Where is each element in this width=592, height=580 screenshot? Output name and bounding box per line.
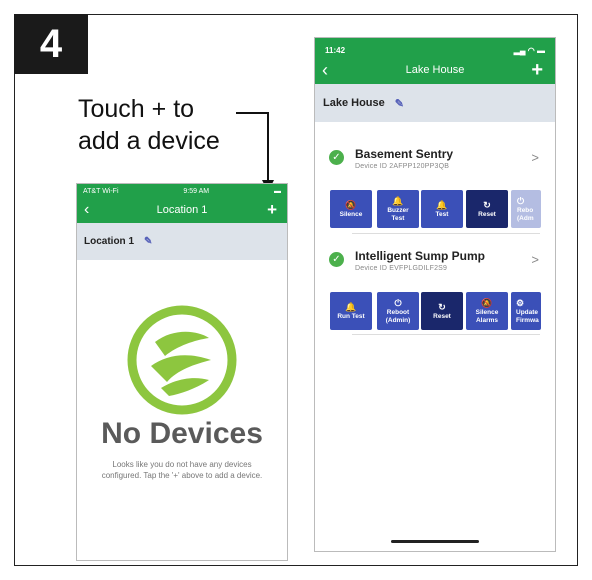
nav-row: ‹ Location 1 + [77, 196, 287, 223]
button-label: Buzzer [387, 207, 409, 214]
button-label: Reboot [386, 309, 410, 316]
bell-off-icon: 🔕 [481, 298, 493, 308]
reboot-admin-button[interactable]: ⏻ Rebo (Adm [511, 190, 541, 228]
run-test-button[interactable]: 🔔 Run Test [330, 292, 372, 330]
empty-state-message: Looks like you do not have any devices c… [87, 459, 277, 481]
chevron-right-icon[interactable]: > [531, 252, 539, 267]
button-label: Update [516, 309, 539, 316]
button-label: Silence [339, 210, 363, 218]
chevron-right-icon[interactable]: > [531, 150, 539, 165]
app-bar: 11:42 ▂▄ ◠ ▬ ‹ Lake House + [315, 38, 555, 84]
app-bar: AT&T Wi-Fi 9:59 AM ▬ ‹ Location 1 + [77, 184, 287, 223]
back-icon[interactable]: ‹ [322, 60, 328, 81]
nav-row: ‹ Lake House + [315, 56, 555, 84]
bell-off-icon: 🔕 [345, 199, 357, 210]
test-button[interactable]: 🔔 Test [421, 190, 463, 228]
phone-screen-devices: 11:42 ▂▄ ◠ ▬ ‹ Lake House + Lake House ✎… [314, 37, 556, 552]
button-label-2: Alarms [475, 316, 499, 324]
back-icon[interactable]: ‹ [84, 201, 89, 219]
button-label: Run Test [337, 312, 365, 320]
nav-title: Lake House [405, 64, 465, 76]
silence-button[interactable]: 🔕 Silence [330, 190, 372, 228]
empty-message-line-2: configured. Tap the '+' above to add a d… [101, 471, 263, 480]
power-icon: ⏻ [394, 298, 402, 308]
divider [352, 233, 540, 234]
reset-button[interactable]: ↻ Reset [466, 190, 508, 228]
edit-pencil-icon[interactable]: ✎ [144, 236, 152, 247]
brand-logo-icon [127, 305, 237, 415]
status-bar: 11:42 ▂▄ ◠ ▬ [315, 38, 555, 56]
reset-button[interactable]: ↻ Reset [421, 292, 463, 330]
device-header[interactable]: ✓ Intelligent Sump Pump Device ID EVFPLG… [315, 248, 555, 282]
device-card[interactable]: ✓ Intelligent Sump Pump Device ID EVFPLG… [315, 248, 555, 330]
button-label-2: (Admin) [385, 316, 411, 324]
status-time: 9:59 AM [183, 188, 210, 195]
phone-screen-empty: AT&T Wi-Fi 9:59 AM ▬ ‹ Location 1 + Loca… [76, 183, 288, 561]
divider [352, 334, 540, 335]
device-name: Intelligent Sump Pump [355, 249, 486, 263]
device-id: Device ID 2AFPP120PP3QB [355, 163, 450, 170]
alarm-icon: 🔔 [436, 199, 448, 210]
power-icon: ⏻ [517, 196, 525, 206]
carrier-label: AT&T Wi-Fi [83, 188, 119, 195]
device-header[interactable]: ✓ Basement Sentry Device ID 2AFPP120PP3Q… [315, 146, 555, 180]
status-bar: AT&T Wi-Fi 9:59 AM ▬ [77, 184, 287, 196]
edit-pencil-icon[interactable]: ✎ [395, 97, 404, 110]
button-label: Test [435, 210, 449, 218]
device-card[interactable]: ✓ Basement Sentry Device ID 2AFPP120PP3Q… [315, 146, 555, 228]
device-id: Device ID EVFPLGDILF2S9 [355, 265, 448, 272]
refresh-icon: ↻ [483, 199, 491, 210]
button-label-2: (Adm [517, 214, 534, 222]
status-check-icon: ✓ [329, 252, 344, 267]
location-name: Location 1 [84, 236, 135, 247]
gear-icon: ⚙ [516, 298, 525, 308]
alarm-icon: 🔔 [392, 196, 404, 206]
status-time: 11:42 [325, 45, 346, 55]
button-label: Silence [475, 309, 499, 316]
button-label: Rebo [517, 207, 534, 214]
buzzer-test-button[interactable]: 🔔 Buzzer Test [377, 190, 419, 228]
button-label: Reset [478, 210, 496, 218]
location-header: Lake House ✎ [315, 84, 555, 122]
reboot-admin-button[interactable]: ⏻ Reboot (Admin) [377, 292, 419, 330]
location-name: Lake House [323, 97, 385, 109]
empty-state-title: No Devices [101, 417, 263, 450]
empty-message-line-1: Looks like you do not have any devices [112, 460, 252, 469]
signal-wifi-battery-icon: ▂▄ ◠ ▬ [513, 45, 545, 55]
button-label-2: Test [391, 214, 405, 222]
add-device-button[interactable]: + [531, 59, 543, 82]
location-header: Location 1 ✎ [77, 223, 287, 260]
button-label: Reset [433, 312, 451, 320]
nav-title: Location 1 [156, 203, 208, 216]
status-check-icon: ✓ [329, 150, 344, 165]
battery-icon: ▬ [273, 188, 281, 195]
refresh-icon: ↻ [438, 301, 446, 312]
home-indicator [391, 540, 479, 543]
silence-alarms-button[interactable]: 🔕 Silence Alarms [466, 292, 508, 330]
alarm-icon: 🔔 [345, 301, 357, 312]
device-name: Basement Sentry [355, 147, 454, 161]
update-firmware-button[interactable]: ⚙ Update Firmwa [511, 292, 541, 330]
add-device-button[interactable]: + [267, 200, 277, 220]
button-label-2: Firmwa [516, 316, 539, 324]
